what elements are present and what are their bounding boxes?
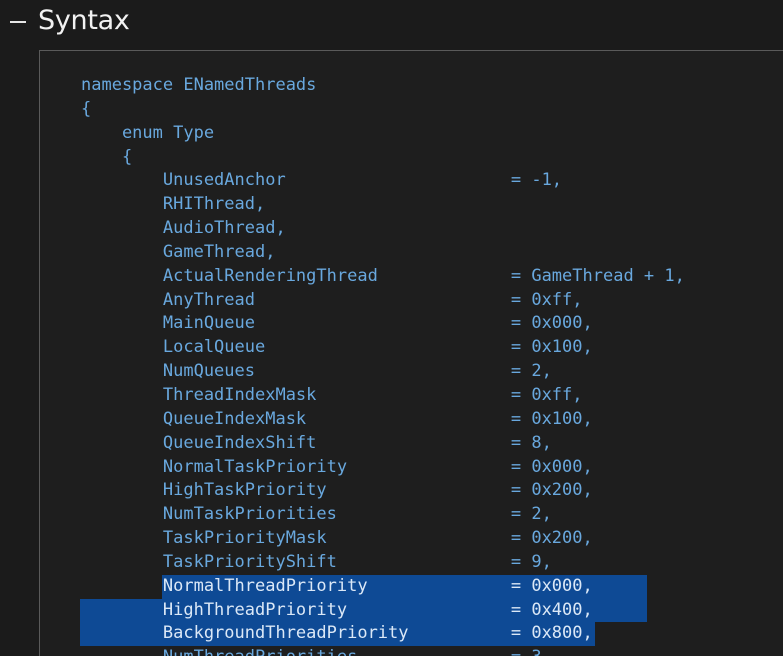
- collapse-minus-icon[interactable]: [9, 14, 29, 30]
- code-line-text: NumQueues = 2,: [81, 361, 552, 382]
- code-line-text: UnusedAnchor = -1,: [81, 170, 563, 191]
- code-line: TaskPriorityShift = 9,: [81, 551, 685, 575]
- code-line: QueueIndexShift = 8,: [81, 432, 685, 456]
- code-line: NumTaskPriorities = 2,: [81, 503, 685, 527]
- code-line: NormalTaskPriority = 0x000,: [81, 456, 685, 480]
- code-line-text: ActualRenderingThread = GameThread + 1,: [81, 265, 685, 286]
- code-line: RHIThread,: [81, 193, 685, 217]
- code-line: AudioThread,: [81, 217, 685, 241]
- code-line-text: TaskPriorityMask = 0x200,: [81, 528, 593, 549]
- code-line: ThreadIndexMask = 0xff,: [81, 384, 685, 408]
- code-line-text: {: [81, 98, 92, 119]
- code-line-text: LocalQueue = 0x100,: [81, 337, 593, 358]
- section-title: Syntax: [38, 5, 130, 36]
- code-line-text: QueueIndexShift = 8,: [81, 432, 552, 453]
- code-line-text: TaskPriorityShift = 9,: [81, 551, 552, 572]
- code-line-text: HighTaskPriority = 0x200,: [81, 480, 593, 501]
- code-line: MainQueue = 0x000,: [81, 312, 685, 336]
- code-line-text: enum Type: [81, 122, 215, 143]
- code-line-text: ThreadIndexMask = 0xff,: [81, 384, 583, 405]
- code-line: TaskPriorityMask = 0x200,: [81, 527, 685, 551]
- code-line: HighTaskPriority = 0x200,: [81, 479, 685, 503]
- code-line: {: [81, 146, 685, 170]
- code-line-text: NormalThreadPriority = 0x000,: [81, 575, 593, 596]
- code-line: {: [81, 98, 685, 122]
- code-line: NumThreadPriorities = 3,: [81, 646, 685, 656]
- code-line: NormalThreadPriority = 0x000,: [81, 574, 685, 599]
- code-line-text: AnyThread = 0xff,: [81, 289, 583, 310]
- code-line: BackgroundThreadPriority = 0x800,: [80, 622, 685, 647]
- code-line-text: BackgroundThreadPriority = 0x800,: [81, 623, 593, 644]
- code-line-text: RHIThread,: [81, 194, 266, 215]
- code-line-text: namespace ENamedThreads: [81, 75, 317, 95]
- code-line-text: NumTaskPriorities = 2,: [81, 504, 552, 525]
- code-line: enum Type: [81, 122, 685, 146]
- code-line: AnyThread = 0xff,: [81, 289, 685, 313]
- code-line: NumQueues = 2,: [81, 360, 685, 384]
- code-line-text: AudioThread,: [81, 218, 286, 239]
- code-block[interactable]: namespace ENamedThreads { enum Type { Unu…: [39, 50, 783, 656]
- code-line-text: QueueIndexMask = 0x100,: [81, 408, 593, 429]
- code-line: ActualRenderingThread = GameThread + 1,: [81, 265, 685, 289]
- code-line-text: {: [81, 146, 133, 167]
- code-line-text: NumThreadPriorities = 3,: [81, 647, 552, 656]
- code-listing[interactable]: namespace ENamedThreads { enum Type { Unu…: [80, 74, 685, 656]
- code-line: QueueIndexMask = 0x100,: [81, 408, 685, 432]
- code-line: GameThread,: [81, 241, 685, 265]
- code-line: LocalQueue = 0x100,: [81, 336, 685, 360]
- code-line-text: HighThreadPriority = 0x400,: [81, 599, 593, 620]
- code-line-text: MainQueue = 0x000,: [81, 313, 593, 334]
- code-line: UnusedAnchor = -1,: [81, 169, 685, 193]
- code-line: namespace ENamedThreads: [81, 74, 685, 98]
- code-line-text: NormalTaskPriority = 0x000,: [81, 456, 593, 477]
- syntax-section-header[interactable]: Syntax: [0, 0, 783, 44]
- code-line: HighThreadPriority = 0x400,: [80, 598, 685, 623]
- code-line-text: GameThread,: [81, 241, 276, 262]
